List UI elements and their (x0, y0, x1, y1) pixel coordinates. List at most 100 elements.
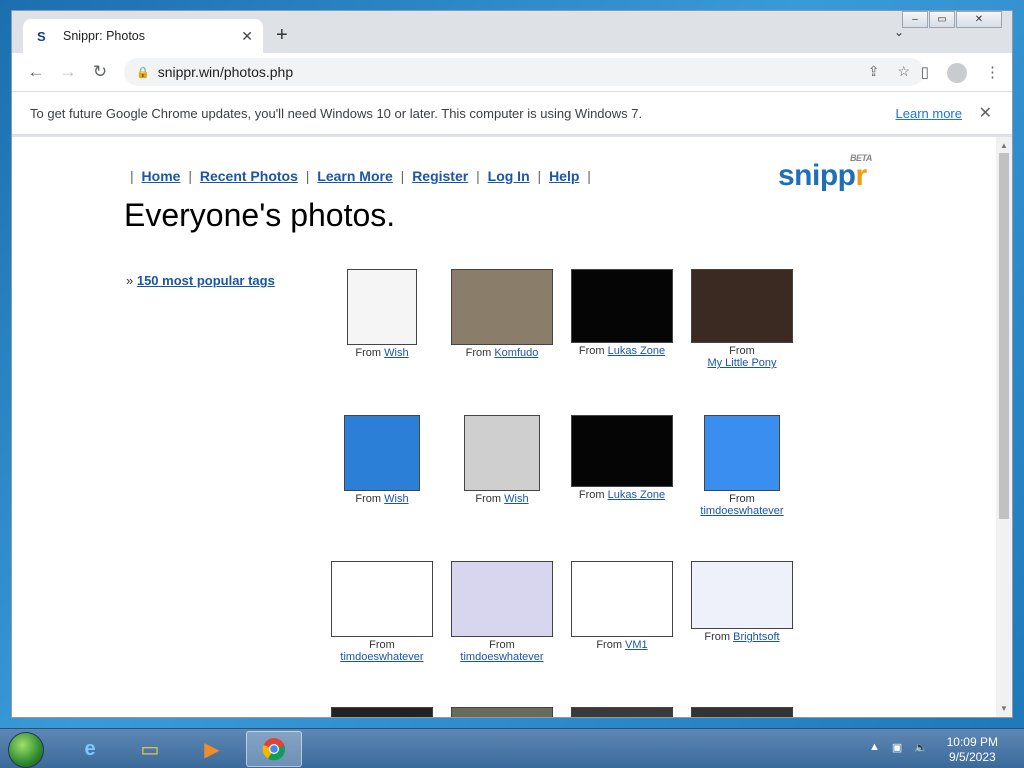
update-infobar: To get future Google Chrome updates, you… (12, 91, 1012, 135)
photo-item: From Komfudo (437, 269, 567, 359)
photo-item: From My Little Pony (677, 269, 807, 369)
photo-item: From timdoeswhatever (677, 415, 807, 517)
chrome-menu-icon[interactable]: ⋮ (985, 63, 1000, 83)
page-viewport: | Home | Recent Photos | Learn More | Re… (12, 137, 996, 717)
photo-from-label: From (704, 631, 731, 643)
photo-thumbnail-partial[interactable] (571, 707, 673, 717)
logo-text: snipp (778, 159, 856, 192)
scroll-thumb[interactable] (999, 153, 1009, 519)
photo-thumbnail[interactable] (691, 561, 793, 629)
photo-thumbnail[interactable] (704, 415, 780, 491)
photo-thumbnail-partial[interactable] (451, 707, 553, 717)
photo-user-link[interactable]: Lukas Zone (608, 489, 665, 501)
photo-user-link[interactable]: VM1 (625, 639, 648, 651)
photo-user-link[interactable]: My Little Pony (707, 357, 776, 369)
lock-icon[interactable]: 🔒 (136, 66, 150, 79)
nav-log-in[interactable]: Log In (488, 168, 530, 184)
nav-help[interactable]: Help (549, 168, 579, 184)
photo-from-label: From (489, 639, 515, 651)
snippr-logo[interactable]: snippr BETA (778, 153, 872, 193)
photo-thumbnail[interactable] (571, 415, 673, 487)
photo-from-label: From (369, 639, 395, 651)
snippr-favicon-icon: S (37, 28, 46, 44)
profile-avatar-icon[interactable] (947, 63, 967, 83)
address-bar[interactable]: 🔒 snippr.win/photos.php ⇪ ☆ (124, 58, 924, 86)
photo-user-link[interactable]: timdoeswhatever (460, 651, 543, 663)
volume-muted-icon[interactable]: 🔈 (914, 741, 928, 754)
media-player-icon[interactable]: ▶ (184, 731, 240, 767)
photo-user-link[interactable]: Wish (384, 347, 408, 359)
browser-window: S Snippr: Photos ✕ + ⌄ ‒ ▭ ✕ ← → ↻ 🔒 sni… (11, 10, 1013, 718)
photo-user-link[interactable]: timdoeswhatever (340, 651, 423, 663)
new-tab-icon[interactable]: + (276, 24, 288, 47)
photo-item: From timdoeswhatever (317, 561, 447, 663)
photo-thumbnail[interactable] (451, 561, 553, 637)
nav-learn-more[interactable]: Learn More (317, 168, 392, 184)
photo-thumbnail[interactable] (464, 415, 540, 491)
window-close-icon[interactable]: ✕ (956, 11, 1002, 28)
tags-block: » 150 most popular tags (126, 273, 275, 288)
nav-register[interactable]: Register (412, 168, 468, 184)
photo-thumbnail[interactable] (347, 269, 417, 345)
photo-thumbnail[interactable] (571, 561, 673, 637)
photo-item: From Wish (437, 415, 567, 505)
chrome-taskbar-icon[interactable] (246, 731, 302, 767)
side-panel-icon[interactable]: ▯ (921, 63, 929, 83)
windows-taskbar: e ▭ ▶ ▲ ▣ 🔈 10:09 PM 9/5/2023 (0, 728, 1024, 768)
photo-user-link[interactable]: Brightsoft (733, 631, 779, 643)
browser-toolbar: ← → ↻ 🔒 snippr.win/photos.php ⇪ ☆ ▯ ⋮ (12, 53, 1012, 91)
minimize-icon[interactable]: ‒ (902, 11, 928, 28)
scroll-up-icon[interactable]: ▲ (1000, 141, 1008, 150)
site-nav: | Home | Recent Photos | Learn More | Re… (130, 168, 591, 184)
back-icon[interactable]: ← (20, 62, 52, 82)
tab-close-icon[interactable]: ✕ (241, 28, 253, 45)
photo-thumbnail[interactable] (691, 269, 793, 343)
photo-thumbnail[interactable] (571, 269, 673, 343)
reload-icon[interactable]: ↻ (84, 62, 116, 82)
page-title: Everyone's photos. (124, 197, 396, 233)
learn-more-link[interactable]: Learn more (896, 106, 962, 121)
photo-user-link[interactable]: timdoeswhatever (700, 505, 783, 517)
forward-icon[interactable]: → (52, 62, 84, 82)
photo-item: From Wish (317, 415, 447, 505)
window-controls: ‒ ▭ ✕ (901, 11, 1002, 28)
photo-user-link[interactable]: Wish (384, 493, 408, 505)
taskbar-clock[interactable]: 10:09 PM 9/5/2023 (947, 735, 998, 765)
photo-from-label: From (729, 345, 755, 357)
photo-thumbnail[interactable] (331, 561, 433, 637)
maximize-icon[interactable]: ▭ (929, 11, 955, 28)
page-scrollbar[interactable]: ▲ ▼ (996, 137, 1012, 717)
start-button[interactable] (8, 732, 44, 768)
photo-thumbnail-partial[interactable] (691, 707, 793, 717)
scroll-down-icon[interactable]: ▼ (1000, 704, 1008, 713)
photo-item: From Lukas Zone (557, 269, 687, 357)
logo-beta: BETA (850, 153, 872, 163)
nav-home[interactable]: Home (142, 168, 181, 184)
tray-expand-icon[interactable]: ▲ (869, 741, 880, 754)
photo-from-label: From (596, 639, 622, 651)
logo-text-r: r (855, 159, 868, 192)
photo-user-link[interactable]: Komfudo (494, 347, 538, 359)
photo-thumbnail[interactable] (344, 415, 420, 491)
photo-from-label: From (578, 489, 605, 501)
share-icon[interactable]: ⇪ (868, 63, 880, 80)
clock-time: 10:09 PM (946, 735, 998, 749)
photo-from-label: From (475, 493, 502, 505)
network-icon[interactable]: ▣ (892, 741, 902, 754)
url-text[interactable]: snippr.win/photos.php (158, 64, 293, 80)
tab-snippr-photos[interactable]: S Snippr: Photos ✕ (23, 19, 263, 53)
photo-user-link[interactable]: Lukas Zone (608, 345, 665, 357)
photo-thumbnail[interactable] (451, 269, 553, 345)
internet-explorer-icon[interactable]: e (62, 731, 118, 767)
photo-item: From timdoeswhatever (437, 561, 567, 663)
photo-user-link[interactable]: Wish (504, 493, 528, 505)
popular-tags-link[interactable]: 150 most popular tags (137, 273, 275, 288)
chrome-logo-icon (262, 738, 286, 761)
photo-thumbnail-partial[interactable] (331, 707, 433, 717)
infobar-close-icon[interactable]: ✕ (979, 103, 992, 123)
file-explorer-icon[interactable]: ▭ (122, 731, 178, 767)
nav-recent-photos[interactable]: Recent Photos (200, 168, 298, 184)
photo-item: From VM1 (557, 561, 687, 651)
bookmark-star-icon[interactable]: ☆ (897, 63, 910, 80)
photo-from-label: From (355, 347, 382, 359)
